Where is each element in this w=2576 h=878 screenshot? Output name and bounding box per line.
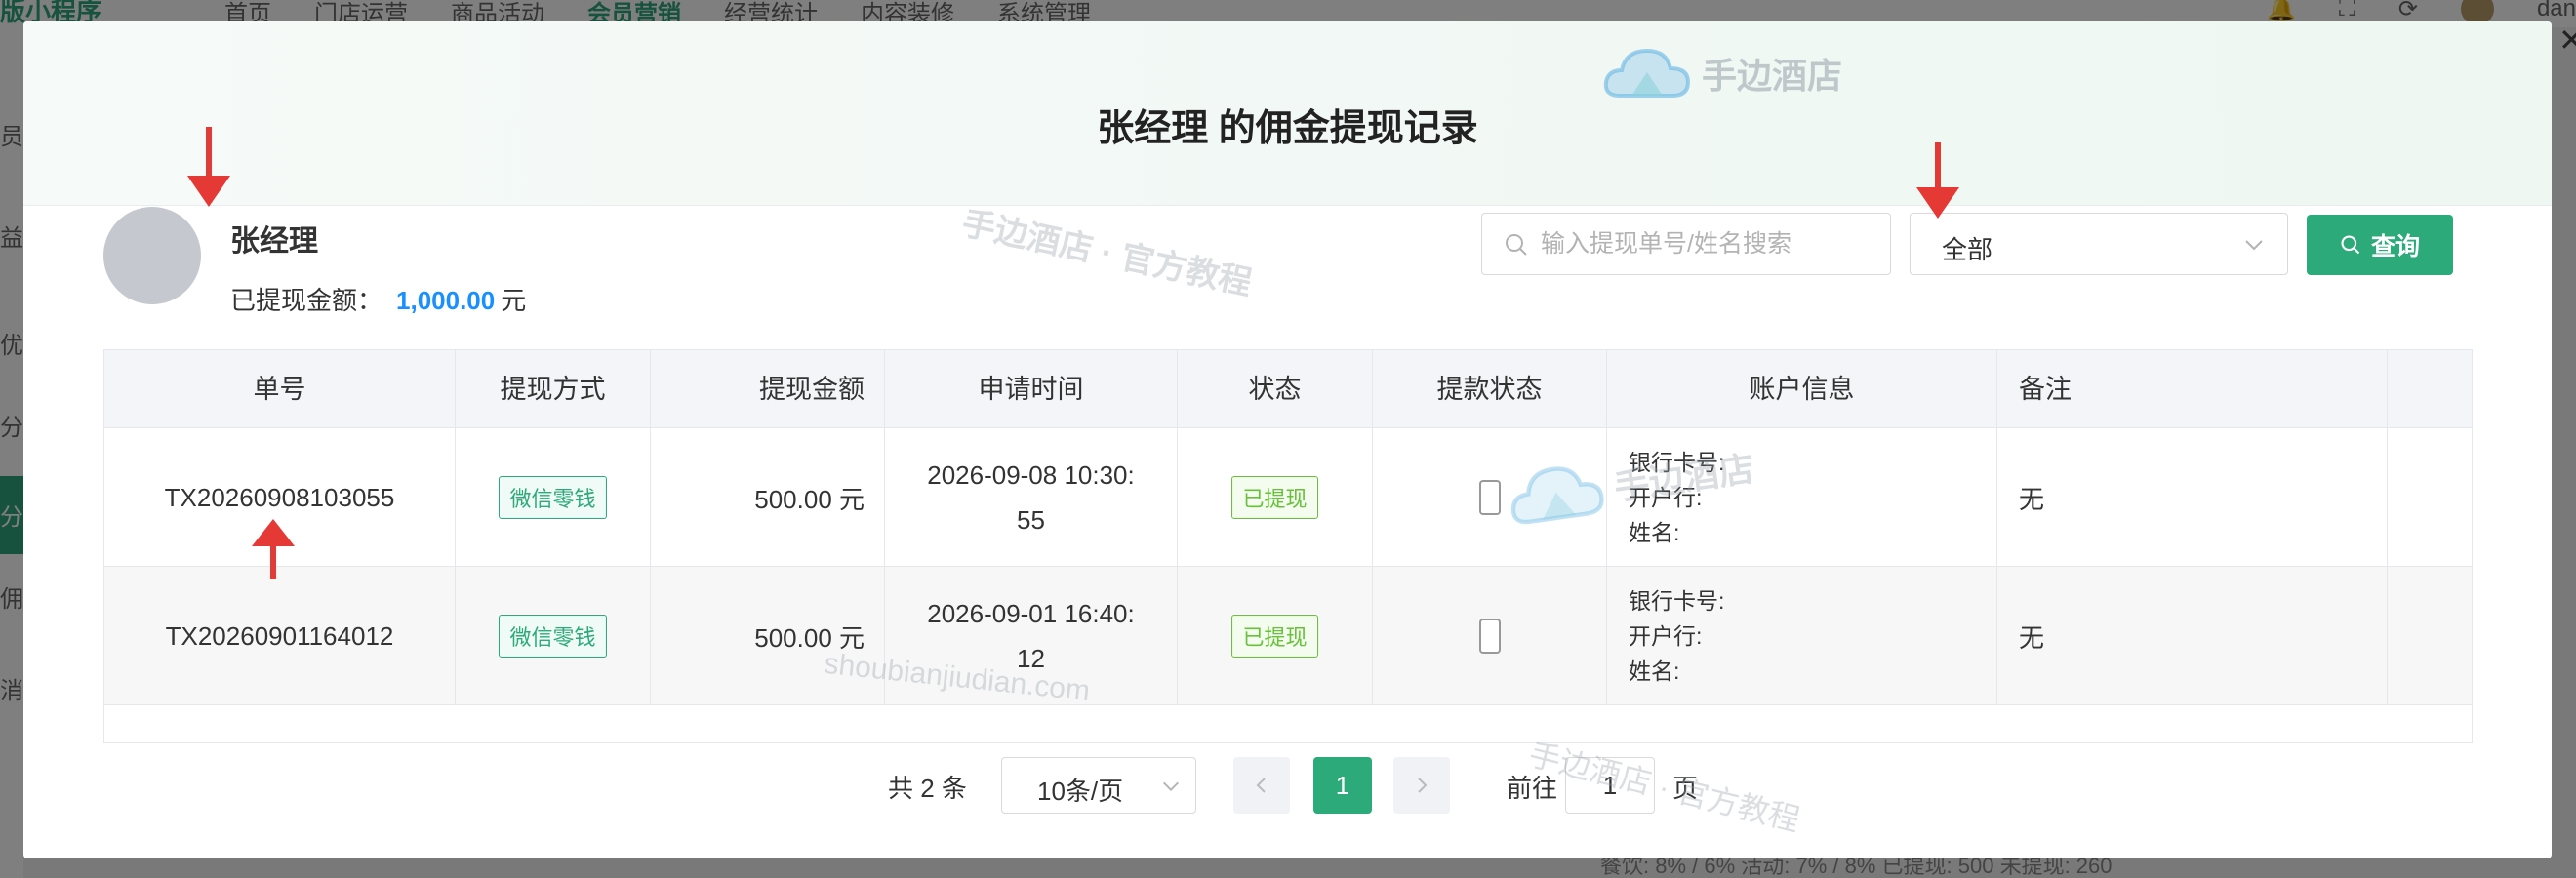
cell-status: 已提现 — [1178, 428, 1373, 567]
column-header-payout-status: 提款状态 — [1373, 350, 1607, 428]
user-name-label: 张经理 — [230, 225, 318, 258]
cell-method: 微信零钱 — [456, 567, 651, 705]
cell-account: 银行卡号: 开户行: 姓名: — [1607, 567, 1997, 705]
cell-id: TX20260901164012 — [104, 567, 456, 705]
time-line: 12 — [1017, 644, 1045, 673]
close-icon[interactable]: ✕ — [2558, 21, 2576, 59]
dialog-title: 张经理 的佣金提现记录 — [1097, 108, 1478, 149]
search-field[interactable] — [1481, 213, 1891, 275]
goto-page-input[interactable] — [1565, 757, 1655, 814]
avatar — [103, 207, 201, 304]
page-number-current[interactable]: 1 — [1313, 757, 1372, 814]
withdrawal-records-dialog: 张经理 的佣金提现记录 手边酒店 张经理 已提现金额：1,000.00元 全部 … — [23, 21, 2552, 858]
withdrawn-unit: 元 — [501, 286, 527, 315]
search-icon — [2341, 235, 2360, 255]
bank-label: 开户行: — [1629, 485, 1703, 510]
holder-label: 姓名: — [1629, 520, 1680, 545]
page-size-select[interactable]: 10条/页 — [1001, 757, 1196, 814]
goto-label: 前往 — [1507, 774, 1558, 803]
query-button[interactable]: 查询 — [2307, 215, 2453, 275]
cell-amount: 500.00 元 — [651, 428, 885, 567]
status-filter-value: 全部 — [1942, 235, 1993, 264]
payout-checkbox[interactable] — [1478, 619, 1501, 654]
time-line: 55 — [1017, 505, 1045, 535]
cell-amount: 500.00 元 — [651, 567, 885, 705]
method-tag: 微信零钱 — [499, 615, 607, 658]
pagination: 共 2 条 10条/页 1 前往 页 — [23, 755, 2552, 814]
holder-label: 姓名: — [1629, 658, 1680, 684]
query-button-label: 查询 — [2370, 233, 2420, 260]
cell-remark: 无 — [1997, 428, 2388, 567]
cell-id: TX20260908103055 — [104, 428, 456, 567]
search-icon — [1506, 234, 1527, 256]
status-filter-select[interactable]: 全部 — [1910, 213, 2288, 275]
bank-card-label: 银行卡号: — [1629, 450, 1725, 475]
cell-payout-status — [1373, 567, 1607, 705]
time-line: 2026-09-08 10:30: — [927, 460, 1135, 490]
chevron-right-icon — [1418, 778, 1428, 793]
table-row[interactable]: TX20260901164012 微信零钱 500.00 元 2026-09-0… — [104, 567, 2472, 705]
payout-checkbox[interactable] — [1478, 480, 1501, 515]
page-word: 页 — [1672, 774, 1699, 803]
cell-payout-status — [1373, 428, 1607, 567]
withdrawn-summary: 已提现金额： 1,000.00 元 — [230, 281, 526, 317]
status-badge: 已提现 — [1231, 476, 1318, 519]
time-line: 2026-09-01 16:40: — [927, 599, 1135, 628]
column-header-remark: 备注 — [1997, 350, 2388, 428]
chevron-down-icon — [2245, 240, 2263, 251]
bank-label: 开户行: — [1629, 623, 1703, 649]
method-tag: 微信零钱 — [499, 476, 607, 519]
dialog-header: 张经理 的佣金提现记录 — [23, 21, 2552, 206]
column-header-account: 账户信息 — [1607, 350, 1997, 428]
withdrawal-table: 单号 提现方式 提现金额 申请时间 状态 提款状态 账户信息 备注 TX2026… — [103, 349, 2473, 743]
cell-account: 银行卡号: 开户行: 姓名: — [1607, 428, 1997, 567]
bank-card-label: 银行卡号: — [1629, 588, 1725, 614]
page-size-value: 10条/页 — [1037, 777, 1124, 806]
status-badge: 已提现 — [1231, 615, 1318, 658]
search-input[interactable] — [1541, 214, 1882, 274]
chevron-left-icon — [1256, 778, 1266, 793]
pagination-total: 共 2 条 — [888, 774, 967, 803]
cell-status: 已提现 — [1178, 567, 1373, 705]
prev-page-button[interactable] — [1233, 757, 1290, 814]
next-page-button[interactable] — [1393, 757, 1450, 814]
withdrawn-label: 已提现金额： — [230, 286, 383, 315]
table-row[interactable]: TX20260908103055 微信零钱 500.00 元 2026-09-0… — [104, 428, 2472, 567]
column-header-time: 申请时间 — [885, 350, 1178, 428]
column-header-method: 提现方式 — [456, 350, 651, 428]
cell-method: 微信零钱 — [456, 428, 651, 567]
column-header-id: 单号 — [104, 350, 456, 428]
table-header: 单号 提现方式 提现金额 申请时间 状态 提款状态 账户信息 备注 — [104, 350, 2472, 428]
cell-time: 2026-09-08 10:30: 55 — [885, 428, 1178, 567]
cell-remark: 无 — [1997, 567, 2388, 705]
column-header-status: 状态 — [1178, 350, 1373, 428]
withdrawn-amount: 1,000.00 — [396, 286, 496, 315]
cell-time: 2026-09-01 16:40: 12 — [885, 567, 1178, 705]
chevron-down-icon — [1163, 781, 1179, 791]
column-header-amount: 提现金额 — [651, 350, 885, 428]
watermark-tutorial: 手边酒店 · 官方教程 — [958, 204, 1256, 302]
